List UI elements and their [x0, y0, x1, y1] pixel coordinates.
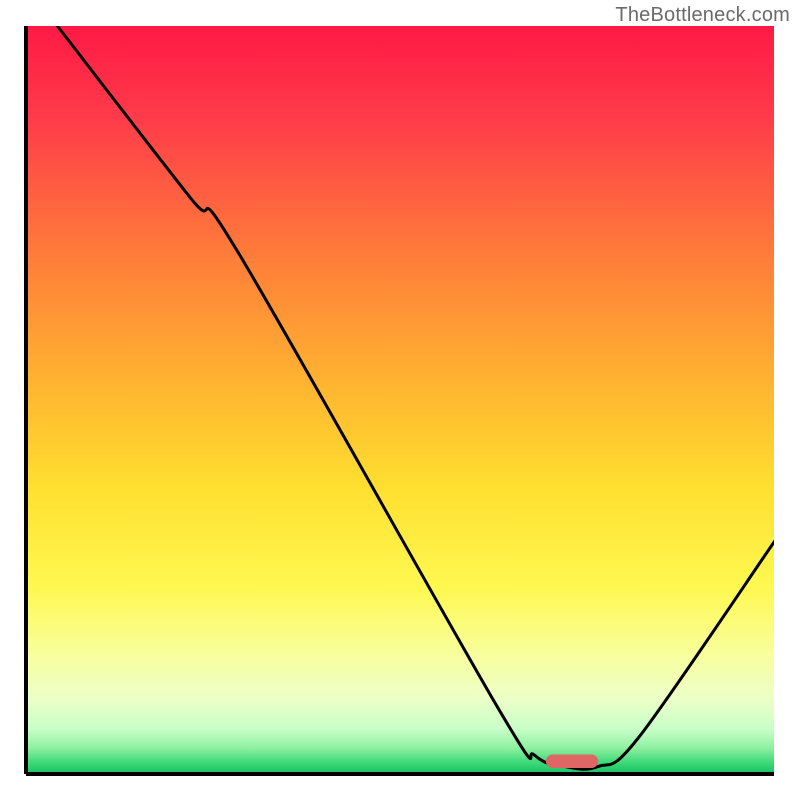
gradient-background — [26, 26, 774, 774]
chart-container: TheBottleneck.com — [0, 0, 800, 800]
watermark-text: TheBottleneck.com — [615, 4, 790, 27]
bottleneck-chart — [0, 0, 800, 800]
optimal-marker — [546, 755, 598, 768]
